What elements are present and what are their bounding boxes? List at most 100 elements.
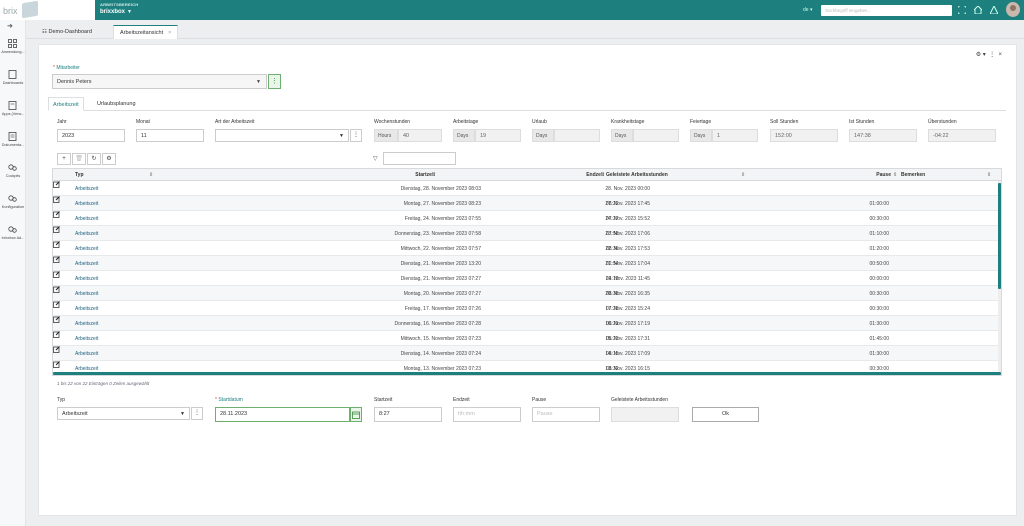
sort-icon[interactable]: ⇕ — [600, 172, 604, 178]
sidebar-item-apps[interactable]: Apps (Verw... — [0, 99, 26, 127]
edit-icon[interactable] — [53, 286, 60, 293]
column-header-typ[interactable]: Typ — [75, 172, 84, 178]
pause-input[interactable]: Pause — [532, 407, 600, 422]
sidebar-item-brixxbox-admin[interactable]: brixxbox Ad... — [0, 223, 26, 251]
gear-icon[interactable]: ⚙ — [976, 52, 981, 58]
endzeit-input[interactable]: hh:mm — [453, 407, 521, 422]
edit-icon[interactable] — [53, 226, 60, 233]
edit-icon[interactable] — [53, 181, 60, 188]
expand-icon[interactable] — [958, 6, 966, 14]
table-row[interactable]: Arbeitszeit Freitag, 17. November 2023 07… — [53, 301, 1001, 316]
edit-icon[interactable] — [53, 256, 60, 263]
sidebar-item-cockpits[interactable]: Cockpits — [0, 161, 26, 189]
employee-select[interactable]: Dennis Peters ▼ — [52, 74, 267, 89]
subtab-arbeitszeit[interactable]: Arbeitszeit — [48, 97, 84, 111]
table-row[interactable]: Arbeitszeit Donnerstag, 16. November 2023… — [53, 316, 1001, 331]
tab-arbeitszeitansicht[interactable]: Arbeitszeitansicht × — [113, 25, 179, 39]
workspace-selector[interactable]: brixxbox ▼ — [100, 9, 132, 15]
table-row[interactable]: Arbeitszeit Dienstag, 21. November 2023 1… — [53, 256, 1001, 271]
home-icon[interactable] — [974, 6, 982, 14]
horizontal-scrollbar[interactable] — [53, 372, 1001, 375]
table-row[interactable]: Arbeitszeit Donnerstag, 23. November 2023… — [53, 226, 1001, 241]
edit-icon[interactable] — [53, 331, 60, 338]
edit-icon[interactable] — [53, 241, 60, 248]
cogs-icon — [8, 195, 17, 202]
edit-icon[interactable] — [53, 196, 60, 203]
delete-button[interactable]: 🗑 — [72, 153, 86, 165]
user-avatar[interactable] — [1006, 2, 1020, 17]
cell-startzeit: Dienstag, 21. November 2023 13:20 — [400, 261, 481, 267]
alert-icon[interactable] — [990, 6, 998, 14]
table-row[interactable]: Arbeitszeit Montag, 27. November 2023 08:… — [53, 196, 1001, 211]
close-icon[interactable]: × — [168, 30, 171, 36]
edit-icon[interactable] — [53, 211, 60, 218]
sort-icon[interactable]: ⇕ — [741, 172, 745, 178]
startdatum-input[interactable]: 28.11.2023 — [215, 407, 350, 422]
endzeit-label: Endzeit — [453, 397, 470, 403]
table-row[interactable]: Arbeitszeit Dienstag, 21. November 2023 0… — [53, 271, 1001, 286]
table-row[interactable]: Arbeitszeit Dienstag, 14. November 2023 0… — [53, 346, 1001, 361]
employee-label: * Mitarbeiter — [53, 65, 80, 71]
sort-icon[interactable]: ⇕ — [987, 172, 991, 178]
subtab-urlaubsplanung[interactable]: Urlaubsplanung — [93, 97, 140, 111]
language-selector[interactable]: de ▾ — [803, 7, 812, 13]
table-row[interactable]: Arbeitszeit Dienstag, 28. November 2023 0… — [53, 181, 1001, 196]
settings-button[interactable]: ⚙ — [102, 153, 116, 165]
sort-icon[interactable]: ⇕ — [149, 172, 153, 178]
search-input[interactable]: Suchbegriff eingeben... — [821, 5, 952, 16]
ok-button[interactable]: Ok — [692, 407, 759, 422]
refresh-button[interactable]: ↻ — [87, 153, 101, 165]
urlaub-input — [554, 129, 600, 142]
collapse-arrow-icon[interactable]: ➜ — [7, 22, 13, 30]
chevron-down-icon: ▼ — [256, 79, 261, 85]
edit-icon[interactable] — [53, 361, 60, 368]
tab-demo-dashboard[interactable]: ☷ Demo-Dashboard — [36, 25, 98, 39]
table-row[interactable]: Arbeitszeit Mittwoch, 22. November 2023 0… — [53, 241, 1001, 256]
edit-icon[interactable] — [53, 301, 60, 308]
entry-typ-options-button[interactable]: ⋮ — [191, 407, 203, 420]
sort-icon[interactable]: ⇕ — [893, 172, 897, 178]
employee-options-button[interactable]: ⋮ — [268, 74, 281, 89]
scrollbar-thumb[interactable] — [998, 183, 1001, 289]
urlaub-label: Urlaub — [532, 119, 547, 125]
sidebar-item-dashboards[interactable]: Dashboards — [0, 68, 26, 96]
startzeit-input[interactable]: 8:27 — [374, 407, 442, 422]
logo[interactable]: brix — [0, 0, 95, 20]
monat-input[interactable]: 11 — [136, 129, 204, 142]
cell-typ: Arbeitszeit — [75, 351, 99, 357]
column-header-pause[interactable]: Pause — [876, 172, 891, 178]
column-header-geleistete[interactable]: Geleistete Arbeitsstunden — [606, 172, 668, 178]
close-icon[interactable]: × — [998, 52, 1002, 58]
vertical-scrollbar[interactable] — [998, 181, 1001, 375]
column-header-bemerken[interactable]: Bemerken — [901, 172, 925, 178]
art-select[interactable]: ▼ — [215, 129, 349, 142]
table-row[interactable]: Arbeitszeit Mittwoch, 15. November 2023 0… — [53, 331, 1001, 346]
filter-input[interactable] — [383, 152, 456, 165]
entry-typ-select[interactable]: Arbeitszeit ▼ — [57, 407, 190, 420]
chevron-down-icon: ▼ — [339, 133, 344, 139]
calendar-button[interactable] — [350, 407, 362, 422]
edit-icon[interactable] — [53, 316, 60, 323]
calendar-icon — [352, 411, 360, 419]
entry-typ-label: Typ — [57, 397, 66, 403]
cogs-icon — [8, 164, 17, 171]
add-button[interactable]: + — [57, 153, 71, 165]
sort-icon[interactable]: ⇕ — [431, 172, 435, 178]
cell-typ: Arbeitszeit — [75, 261, 99, 267]
more-vertical-icon[interactable]: ⋮ — [989, 52, 995, 58]
jahr-input[interactable]: 2023 — [57, 129, 125, 142]
table-row[interactable]: Arbeitszeit Montag, 20. November 2023 07:… — [53, 286, 1001, 301]
cell-startzeit: Dienstag, 28. November 2023 08:03 — [400, 186, 481, 192]
sidebar-item-dokumentation[interactable]: Dokumenta... — [0, 130, 26, 158]
sidebar-item-anwendung[interactable]: Anwendung... — [0, 37, 26, 65]
edit-icon[interactable] — [53, 346, 60, 353]
cell-pause: 00:50:00 — [869, 261, 889, 267]
employee-label-text: Mitarbeiter — [56, 65, 80, 71]
art-options-button[interactable]: ⋮ — [350, 129, 362, 142]
arbeitstage-label: Arbeitstage — [453, 119, 479, 125]
sidebar-item-konfiguration[interactable]: Konfiguration — [0, 192, 26, 220]
table-row[interactable]: Arbeitszeit Freitag, 24. November 2023 07… — [53, 211, 1001, 226]
edit-icon[interactable] — [53, 271, 60, 278]
chevron-down-icon[interactable]: ▾ — [983, 52, 986, 58]
cell-startzeit: Donnerstag, 23. November 2023 07:58 — [394, 231, 481, 237]
